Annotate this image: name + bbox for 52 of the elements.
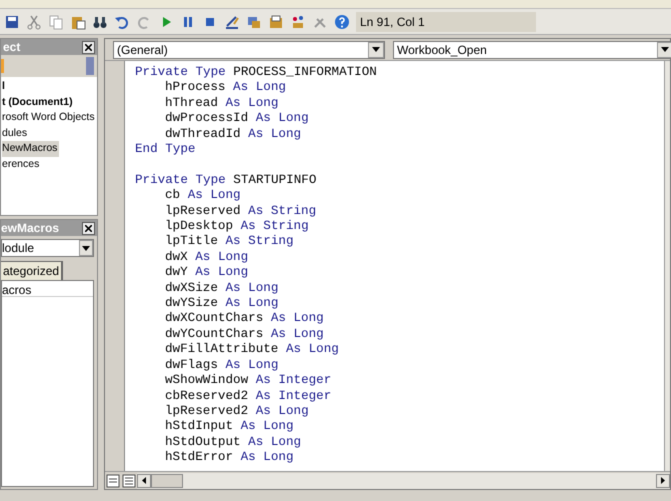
code-line: lpReserved As String [164,204,318,220]
cut-icon[interactable] [26,14,42,30]
code-line: dwX As Long [164,250,250,266]
code-line: dwYSize As Long [164,296,280,312]
code-line: Private Type STARTUPINFO [135,172,318,188]
tree-item[interactable]: t (Document1) [2,94,75,110]
tree-item[interactable]: NewMacros [2,141,60,156]
close-icon [85,44,92,50]
full-module-view-icon[interactable] [121,472,137,488]
code-line: hProcess As Long [164,80,287,96]
vertical-scrollbar[interactable] [664,61,670,471]
save-icon[interactable] [4,14,20,30]
panel-title: ewMacros [1,222,60,234]
code-line: wShowWindow As Integer [164,373,332,389]
code-line: dwXCountChars As Long [164,311,325,327]
tree-item[interactable]: l [2,79,7,94]
code-line: dwFlags As Long [164,358,280,374]
code-line: lpDesktop As String [164,219,310,234]
code-line: dwXSize As Long [164,280,280,296]
code-line: cb As Long [164,188,242,204]
code-line: dwThreadId As Long [164,126,302,142]
close-button[interactable] [82,40,95,54]
cursor-position: Ln 91, Col 1 [356,12,536,32]
code-line: dwY As Long [164,265,250,281]
code-line: hStdOutput As Long [164,434,302,450]
tree-item[interactable]: rosoft Word Objects [2,110,97,126]
help-icon[interactable] [334,14,350,30]
panel-title: ect [3,41,20,53]
code-line: Private Type PROCESS_INFORMATION [135,65,378,80]
code-line: hStdInput As Long [164,419,295,435]
close-icon [85,224,92,232]
procedure-view-icon[interactable] [105,472,121,488]
code-line: lpTitle As String [164,234,295,250]
scroll-thumb[interactable] [151,474,183,488]
code-line: dwYCountChars As Long [164,326,325,342]
code-line: End Type [135,142,196,158]
code-line: lpReserved2 As Long [164,404,310,420]
property-row[interactable]: acros [2,281,93,297]
code-line: dwProcessId As Long [164,111,310,127]
scroll-right-icon[interactable] [656,474,670,488]
tree-item[interactable]: dules [2,126,30,141]
close-button[interactable] [82,222,95,234]
code-line: hStdError As Long [164,450,295,466]
code-line: hThread As Long [164,96,280,112]
procedure-dropdown[interactable]: Workbook_Open [393,40,671,58]
properties-tab[interactable]: ategorized [1,261,64,280]
tree-item[interactable]: erences [2,156,42,172]
horizontal-scrollbar[interactable] [137,472,670,488]
scroll-left-icon[interactable] [137,474,151,488]
object-dropdown[interactable]: (General) [113,40,385,58]
code-line: dwFillAttribute As Long [164,342,340,358]
code-line: cbReserved2 As Integer [164,388,332,404]
